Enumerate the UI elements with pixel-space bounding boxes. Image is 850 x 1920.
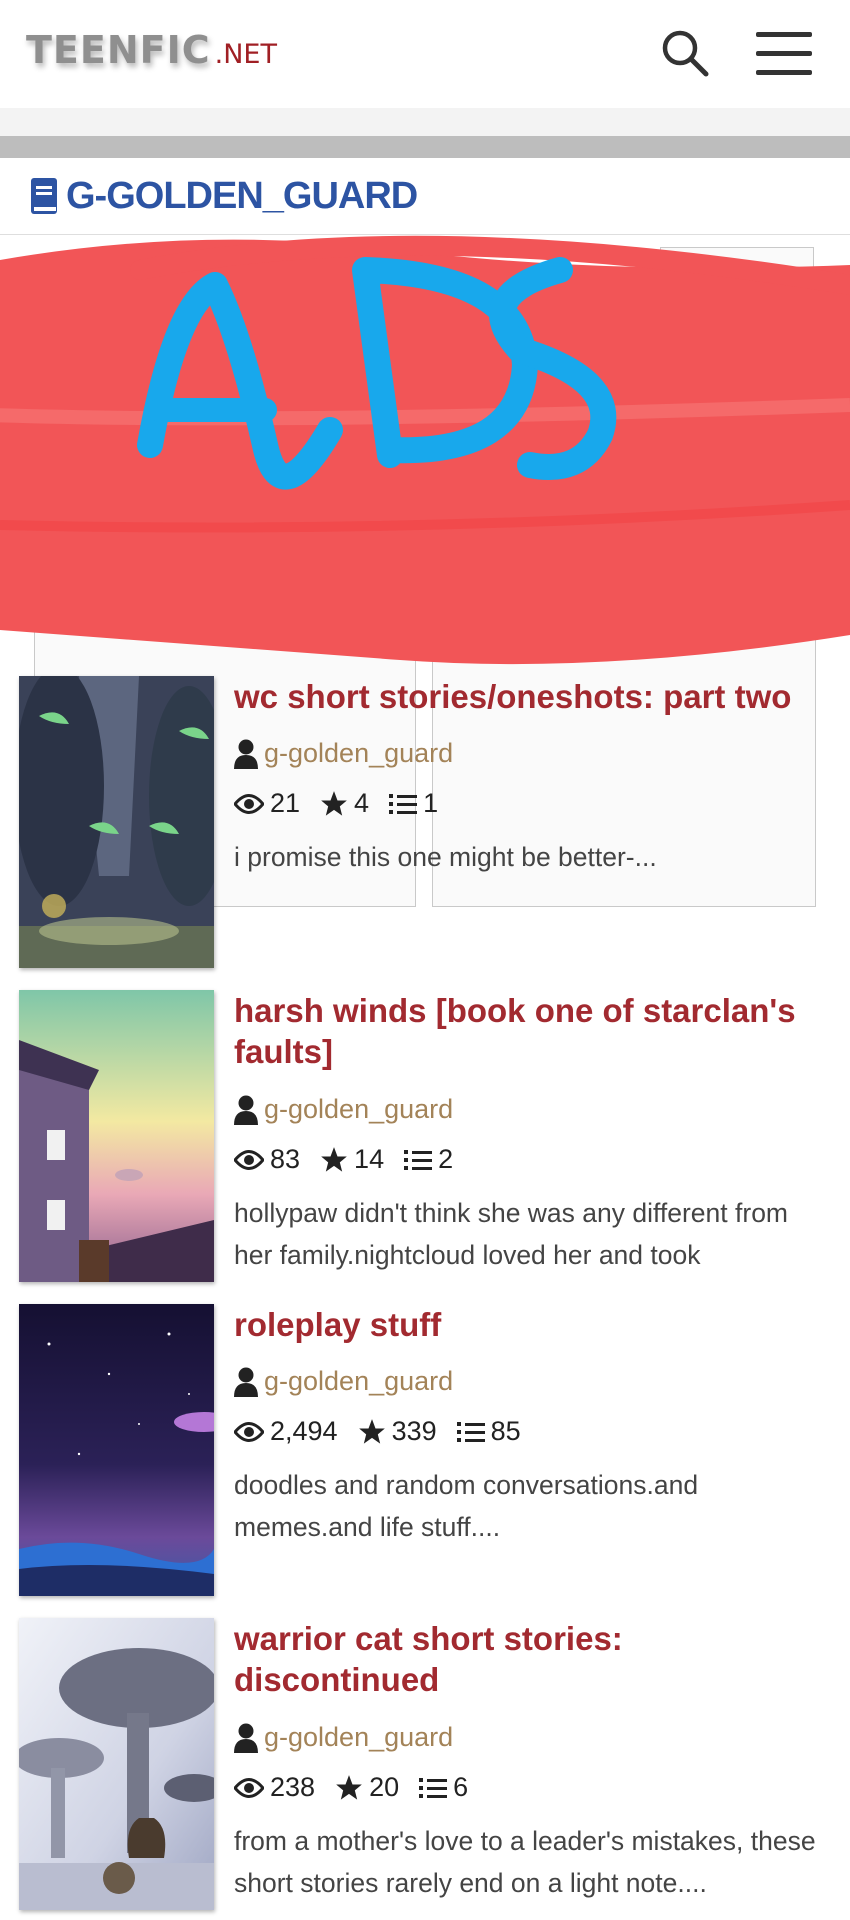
- story-author-name[interactable]: g-golden_guard: [264, 1722, 453, 1753]
- views-stat: 238: [234, 1772, 315, 1803]
- header-strip: [0, 108, 850, 136]
- votes-count: 20: [369, 1772, 400, 1802]
- story-title[interactable]: warrior cat short stories: discontinued: [234, 1618, 814, 1700]
- ads-overlay: [0, 235, 850, 907]
- story-author[interactable]: g-golden_guard: [234, 1094, 453, 1125]
- votes-stat: 14: [320, 1144, 384, 1175]
- story-description: i promise this one might be better-...: [234, 842, 657, 872]
- parts-count: 85: [490, 1416, 521, 1446]
- eye-icon: [234, 1777, 264, 1798]
- story-title[interactable]: roleplay stuff: [234, 1304, 814, 1345]
- story-stats: 2,494 339 85: [234, 1416, 541, 1447]
- story-author-name[interactable]: g-golden_guard: [264, 738, 453, 769]
- site-logo[interactable]: TEENFIC .NET: [26, 28, 277, 72]
- user-icon: [234, 739, 258, 769]
- votes-count: 14: [354, 1144, 385, 1174]
- story-author[interactable]: g-golden_guard: [234, 738, 453, 769]
- star-icon: [358, 1418, 385, 1444]
- story-stats: 21 4 1: [234, 788, 458, 819]
- list-icon: [389, 793, 418, 814]
- story-title[interactable]: wc short stories/oneshots: part two: [234, 676, 814, 717]
- story-cover-image[interactable]: [19, 676, 214, 968]
- parts-count: 6: [453, 1772, 469, 1802]
- parts-stat: 1: [389, 788, 438, 819]
- star-icon: [321, 790, 347, 816]
- story-cover-image[interactable]: [19, 1304, 214, 1596]
- parts-count: 1: [423, 788, 439, 818]
- user-icon: [234, 1723, 258, 1753]
- story-author-name[interactable]: g-golden_guard: [264, 1094, 453, 1125]
- votes-count: 4: [354, 788, 370, 818]
- list-icon: [419, 1777, 448, 1798]
- story-title[interactable]: harsh winds [book one of starclan's faul…: [234, 990, 814, 1072]
- story-item[interactable]: roleplay stuff g-golden_guard 2,494 339 …: [0, 1304, 850, 1604]
- hamburger-menu-icon[interactable]: [756, 32, 812, 78]
- story-stats: 83 14 2: [234, 1144, 473, 1175]
- star-icon: [336, 1774, 362, 1800]
- logo-text: TEENFIC: [26, 28, 211, 72]
- story-cover-image[interactable]: [19, 990, 214, 1282]
- section-divider-bar: [0, 136, 850, 158]
- views-count: 2,494: [270, 1416, 338, 1446]
- parts-stat: 2: [404, 1144, 453, 1175]
- views-stat: 2,494: [234, 1416, 338, 1447]
- story-author[interactable]: g-golden_guard: [234, 1722, 453, 1753]
- story-description: from a mother's love to a leader's mista…: [234, 1826, 816, 1898]
- list-icon: [456, 1421, 485, 1442]
- story-description: hollypaw didn't think she was any differ…: [234, 1198, 789, 1270]
- story-author[interactable]: g-golden_guard: [234, 1366, 453, 1397]
- list-icon: [404, 1149, 433, 1170]
- votes-count: 339: [391, 1416, 437, 1446]
- votes-stat: 339: [358, 1416, 437, 1447]
- ads-scribble: [0, 235, 850, 665]
- story-author-name[interactable]: g-golden_guard: [264, 1366, 453, 1397]
- story-description: doodles and random conversations.and mem…: [234, 1470, 699, 1542]
- book-icon: [31, 178, 57, 214]
- votes-stat: 20: [335, 1772, 399, 1803]
- logo-suffix: .NET: [214, 39, 277, 70]
- user-icon: [234, 1095, 258, 1125]
- search-icon[interactable]: [660, 28, 712, 80]
- views-count: 83: [270, 1144, 301, 1174]
- views-stat: 21: [234, 788, 300, 819]
- views-count: 238: [270, 1772, 316, 1802]
- eye-icon: [234, 1149, 264, 1170]
- story-item[interactable]: wc short stories/oneshots: part two g-go…: [0, 676, 850, 976]
- parts-stat: 6: [419, 1772, 468, 1803]
- story-cover-image[interactable]: [19, 1618, 214, 1910]
- votes-stat: 4: [320, 788, 369, 819]
- story-stats: 238 20 6: [234, 1772, 488, 1803]
- star-icon: [321, 1146, 347, 1172]
- views-count: 21: [270, 788, 301, 818]
- user-icon: [234, 1367, 258, 1397]
- top-header: TEENFIC .NET: [0, 0, 850, 109]
- eye-icon: [234, 1421, 264, 1442]
- eye-icon: [234, 793, 264, 814]
- views-stat: 83: [234, 1144, 300, 1175]
- author-title[interactable]: G-GOLDEN_GUARD: [66, 175, 418, 218]
- story-item[interactable]: warrior cat short stories: discontinued …: [0, 1618, 850, 1918]
- story-item[interactable]: harsh winds [book one of starclan's faul…: [0, 990, 850, 1290]
- parts-count: 2: [438, 1144, 454, 1174]
- author-heading: G-GOLDEN_GUARD: [30, 172, 418, 220]
- parts-stat: 85: [456, 1416, 521, 1447]
